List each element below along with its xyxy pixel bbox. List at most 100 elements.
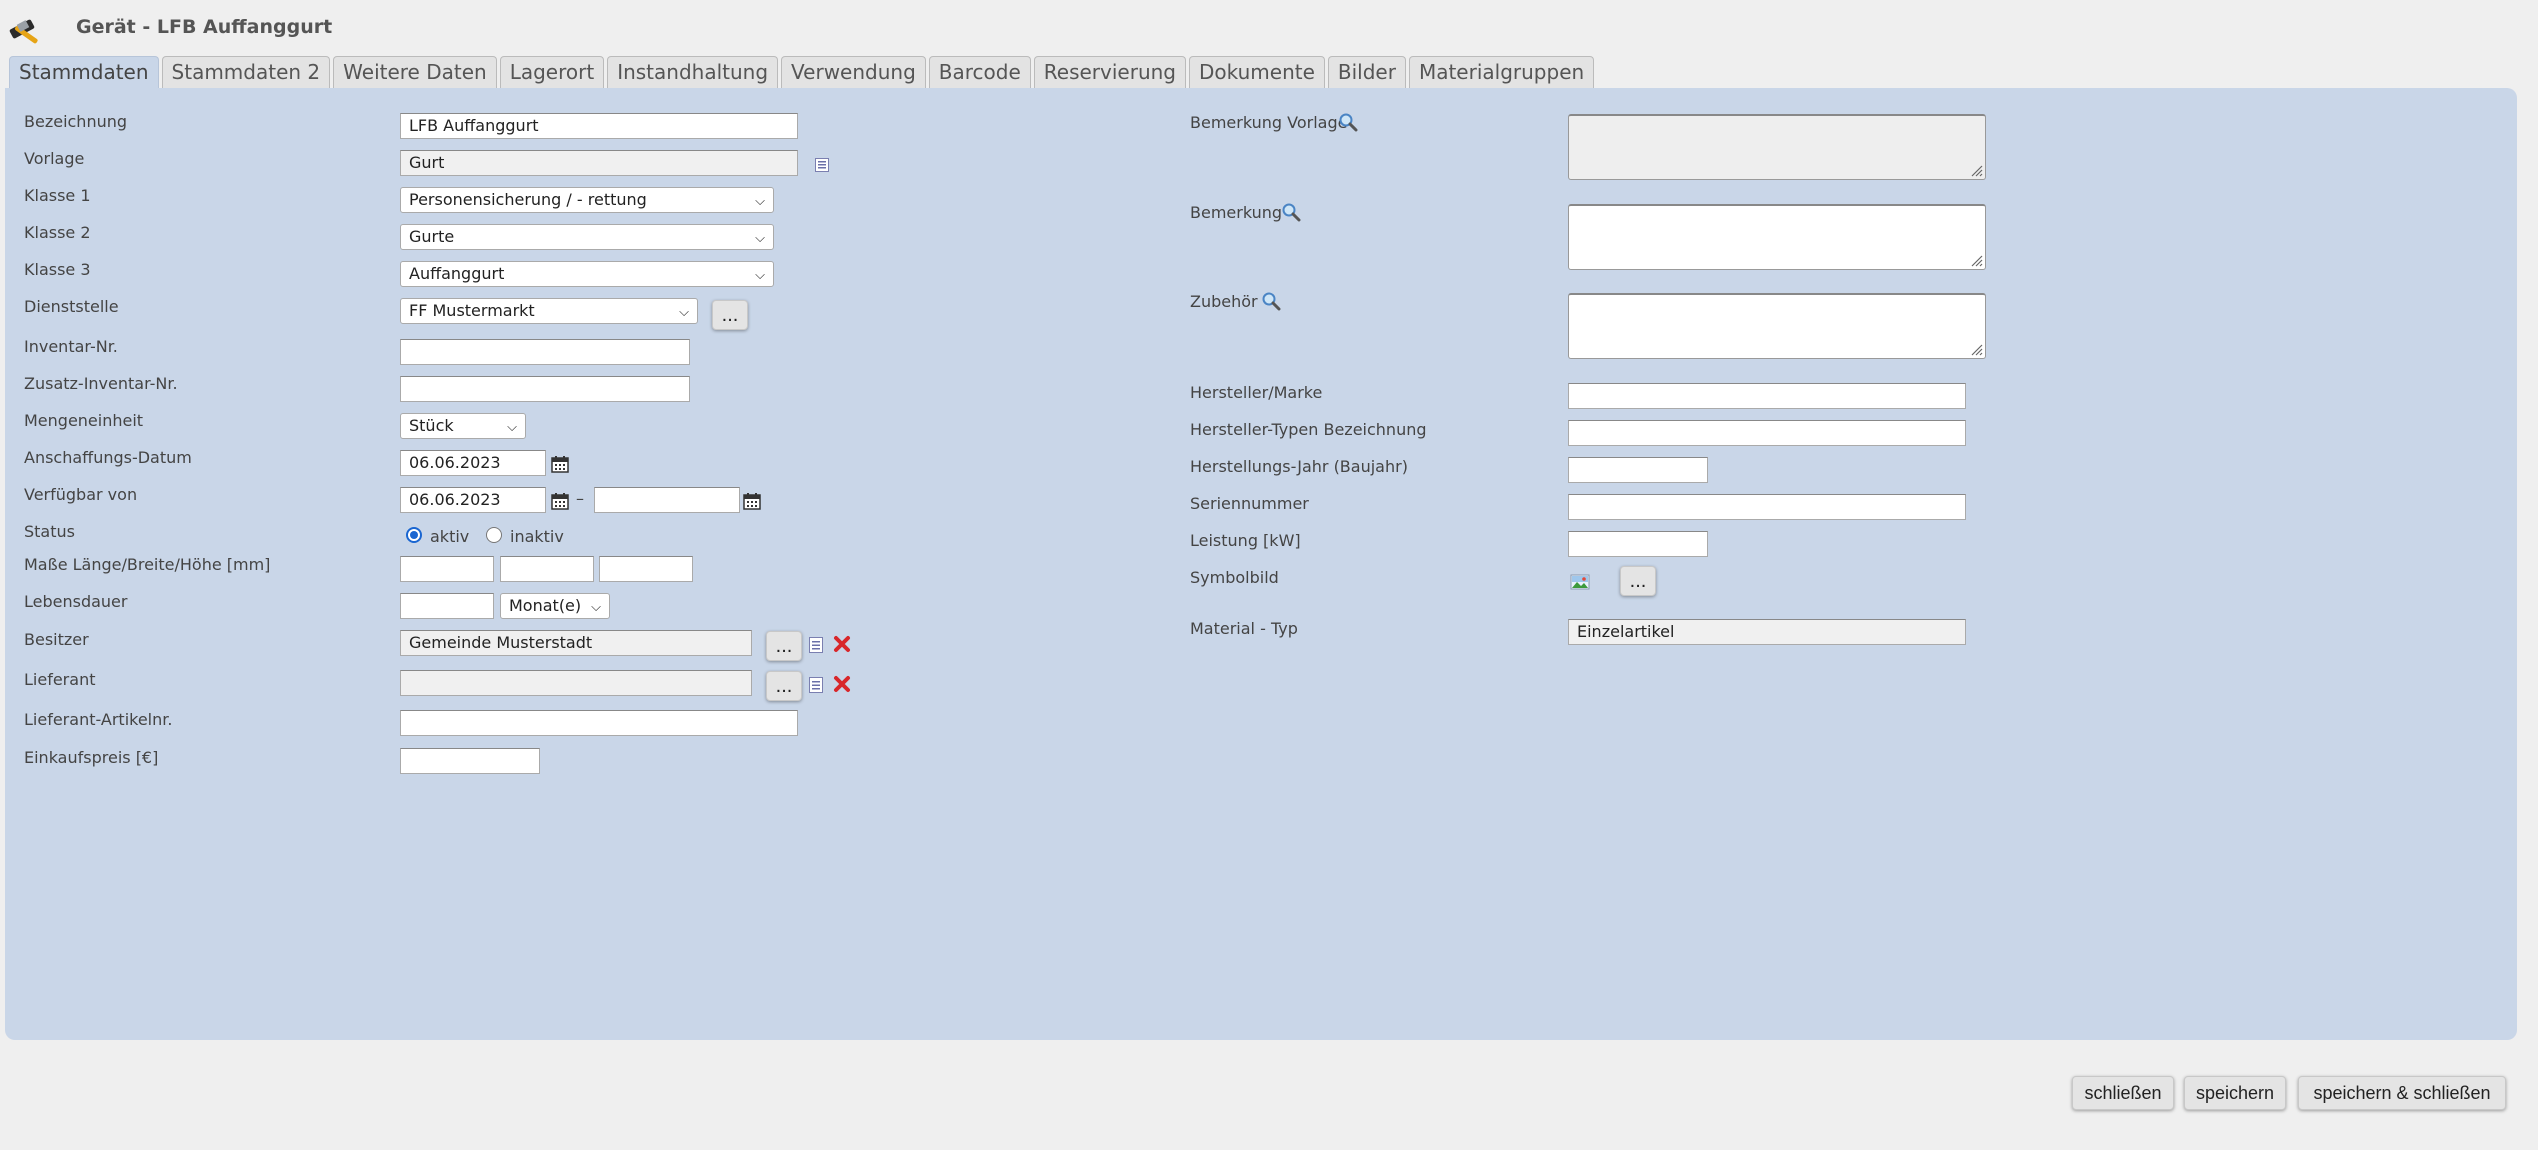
status-aktiv-radio[interactable] — [406, 527, 422, 543]
zusatz-inventar-input[interactable] — [400, 376, 690, 402]
hoehe-input[interactable] — [599, 556, 693, 582]
tab-reservierung[interactable]: Reservierung — [1033, 56, 1186, 88]
herstellungsjahr-input[interactable] — [1568, 457, 1708, 483]
tab-lagerort[interactable]: Lagerort — [499, 56, 605, 88]
zusatz-inventar-label: Zusatz-Inventar-Nr. — [24, 374, 178, 393]
klasse3-select[interactable]: Auffanggurt ⌵ — [400, 261, 774, 287]
seriennummer-label: Seriennummer — [1190, 494, 1309, 513]
mengeneinheit-label: Mengeneinheit — [24, 411, 144, 430]
inventar-input[interactable] — [400, 339, 690, 365]
verfuegbar-from-input[interactable]: 06.06.2023 — [400, 487, 546, 513]
resize-grip-icon[interactable] — [1969, 253, 1983, 267]
besitzer-browse-button[interactable]: ... — [766, 631, 802, 661]
lieferant-details-icon[interactable] — [808, 676, 824, 694]
klasse2-value: Gurte — [409, 227, 455, 246]
lieferant-artikel-label: Lieferant-Artikelnr. — [24, 710, 173, 729]
dienststelle-select[interactable]: FF Mustermarkt ⌵ — [400, 298, 698, 324]
lebensdauer-unit-value: Monat(e) — [509, 596, 582, 615]
bemerkung-vorlage-label: Bemerkung Vorlage — [1190, 113, 1348, 132]
hersteller-typ-input[interactable] — [1568, 420, 1966, 446]
klasse2-label: Klasse 2 — [24, 223, 91, 242]
tab-weitere-daten[interactable]: Weitere Daten — [333, 56, 497, 88]
chevron-down-icon: ⌵ — [755, 268, 765, 283]
lieferant-label: Lieferant — [24, 670, 96, 689]
symbolbild-browse-button[interactable]: ... — [1620, 566, 1656, 596]
save-and-close-button[interactable]: speichern & schließen — [2298, 1076, 2506, 1110]
date-range-separator: – — [576, 489, 584, 508]
status-label: Status — [24, 522, 75, 541]
tab-barcode[interactable]: Barcode — [928, 56, 1031, 88]
status-inaktiv-label: inaktiv — [510, 527, 564, 546]
magnifier-icon[interactable] — [1261, 291, 1281, 311]
lebensdauer-unit-select[interactable]: Monat(e) ⌵ — [500, 593, 610, 619]
material-typ-label: Material - Typ — [1190, 619, 1298, 638]
verfuegbar-to-input[interactable] — [594, 487, 740, 513]
besitzer-details-icon[interactable] — [808, 636, 824, 654]
chevron-down-icon: ⌵ — [507, 420, 517, 435]
tab-instandhaltung[interactable]: Instandhaltung — [607, 56, 779, 88]
lieferant-artikel-input[interactable] — [400, 710, 798, 736]
hersteller-typ-label: Hersteller-Typen Bezeichnung — [1190, 420, 1427, 439]
chevron-down-icon: ⌵ — [679, 305, 689, 320]
vorlage-input: Gurt — [400, 150, 798, 176]
magnifier-icon[interactable] — [1281, 202, 1301, 222]
symbolbild-label: Symbolbild — [1190, 568, 1279, 587]
window-title: Gerät - LFB Auffanggurt — [76, 16, 333, 38]
tab-stammdaten[interactable]: Stammdaten — [9, 56, 159, 89]
bemerkung-label: Bemerkung — [1190, 203, 1283, 222]
klasse3-label: Klasse 3 — [24, 260, 91, 279]
material-typ-input: Einzelartikel — [1568, 619, 1966, 645]
seriennummer-input[interactable] — [1568, 494, 1966, 520]
hammer-icon — [9, 19, 38, 44]
zubehoer-label: Zubehör — [1190, 292, 1258, 311]
tab-bar: Stammdaten Stammdaten 2 Weitere Daten La… — [9, 56, 1597, 89]
lebensdauer-input[interactable] — [400, 593, 494, 619]
resize-grip-icon[interactable] — [1969, 163, 1983, 177]
chevron-down-icon: ⌵ — [755, 194, 765, 209]
mengeneinheit-value: Stück — [409, 416, 454, 435]
besitzer-delete-icon[interactable] — [832, 634, 852, 654]
bemerkung-textarea[interactable] — [1568, 204, 1986, 270]
status-inaktiv-radio[interactable] — [486, 527, 502, 543]
tab-verwendung[interactable]: Verwendung — [781, 56, 926, 88]
klasse2-select[interactable]: Gurte ⌵ — [400, 224, 774, 250]
besitzer-label: Besitzer — [24, 630, 89, 649]
bezeichnung-input[interactable]: LFB Auffanggurt — [400, 113, 798, 139]
masse-label: Maße Länge/Breite/Höhe [mm] — [24, 555, 271, 574]
tab-dokumente[interactable]: Dokumente — [1189, 56, 1325, 88]
template-list-icon[interactable] — [814, 157, 830, 173]
status-aktiv-label: aktiv — [430, 527, 470, 546]
zubehoer-textarea[interactable] — [1568, 293, 1986, 359]
lieferant-browse-button[interactable]: ... — [766, 671, 802, 701]
einkaufspreis-input[interactable] — [400, 748, 540, 774]
anschaffung-label: Anschaffungs-Datum — [24, 448, 192, 467]
inventar-label: Inventar-Nr. — [24, 337, 118, 356]
anschaffung-date-input[interactable]: 06.06.2023 — [400, 450, 546, 476]
tab-bilder[interactable]: Bilder — [1327, 56, 1406, 88]
magnifier-icon[interactable] — [1338, 112, 1358, 132]
breite-input[interactable] — [500, 556, 594, 582]
lieferant-delete-icon[interactable] — [832, 674, 852, 694]
save-button[interactable]: speichern — [2184, 1076, 2286, 1110]
laenge-input[interactable] — [400, 556, 494, 582]
tab-stammdaten-2[interactable]: Stammdaten 2 — [161, 56, 331, 88]
calendar-icon[interactable] — [550, 454, 570, 474]
bemerkung-vorlage-textarea — [1568, 114, 1986, 180]
dienststelle-value: FF Mustermarkt — [409, 301, 535, 320]
tab-materialgruppen[interactable]: Materialgruppen — [1408, 56, 1595, 88]
calendar-icon[interactable] — [550, 491, 570, 511]
dienststelle-browse-button[interactable]: ... — [712, 300, 748, 330]
close-button[interactable]: schließen — [2072, 1076, 2174, 1110]
klasse1-label: Klasse 1 — [24, 186, 91, 205]
hersteller-input[interactable] — [1568, 383, 1966, 409]
klasse1-value: Personensicherung / - rettung — [409, 190, 647, 209]
leistung-input[interactable] — [1568, 531, 1708, 557]
title-bar: Gerät - LFB Auffanggurt — [0, 0, 2538, 54]
vorlage-label: Vorlage — [24, 149, 85, 168]
klasse1-select[interactable]: Personensicherung / - rettung ⌵ — [400, 187, 774, 213]
mengeneinheit-select[interactable]: Stück ⌵ — [400, 413, 526, 439]
chevron-down-icon: ⌵ — [591, 600, 601, 615]
chevron-down-icon: ⌵ — [755, 231, 765, 246]
resize-grip-icon[interactable] — [1969, 342, 1983, 356]
calendar-icon[interactable] — [742, 491, 762, 511]
